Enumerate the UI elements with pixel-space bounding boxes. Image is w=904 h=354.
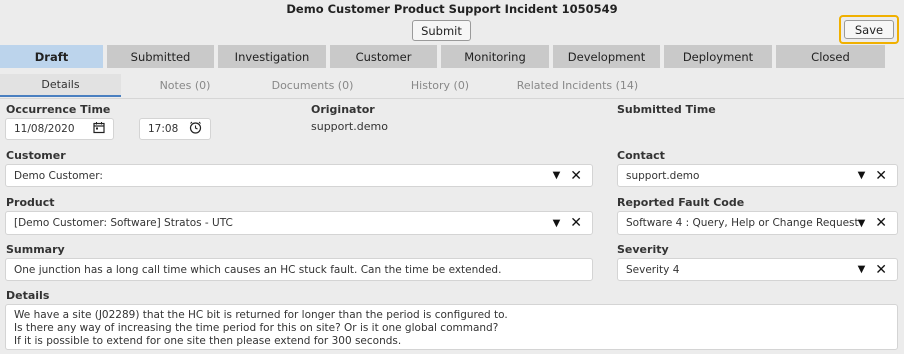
stage-investigation[interactable]: Investigation bbox=[218, 45, 326, 68]
close-icon[interactable]: ✕ bbox=[570, 216, 582, 230]
workflow-stages: Draft Submitted Investigation Customer M… bbox=[0, 45, 904, 68]
stage-closed[interactable]: Closed bbox=[776, 45, 885, 68]
summary-value: One junction has a long call time which … bbox=[14, 263, 502, 276]
tab-history[interactable]: History (0) bbox=[380, 74, 500, 97]
details-line: If it is possible to extend for one site… bbox=[14, 335, 402, 347]
stage-submitted[interactable]: Submitted bbox=[107, 45, 214, 68]
customer-label: Customer bbox=[6, 149, 66, 162]
contact-value: support.demo bbox=[626, 169, 700, 182]
occurrence-clock-value: 17:08 bbox=[148, 123, 179, 135]
stage-draft[interactable]: Draft bbox=[0, 45, 103, 68]
occurrence-time-label: Occurrence Time bbox=[6, 103, 111, 116]
details-label: Details bbox=[6, 289, 50, 302]
clock-icon[interactable] bbox=[189, 121, 202, 137]
product-value: [Demo Customer: Software] Stratos - UTC bbox=[14, 217, 233, 229]
close-icon[interactable]: ✕ bbox=[570, 169, 582, 183]
detail-tabs: Details Notes (0) Documents (0) History … bbox=[0, 74, 904, 99]
caret-down-icon[interactable]: ▼ bbox=[553, 218, 561, 229]
close-icon[interactable]: ✕ bbox=[875, 169, 887, 183]
originator-label: Originator bbox=[311, 103, 375, 116]
product-label: Product bbox=[6, 196, 55, 209]
page-title: Demo Customer Product Support Incident 1… bbox=[286, 2, 618, 16]
close-icon[interactable]: ✕ bbox=[875, 216, 887, 230]
close-icon[interactable]: ✕ bbox=[875, 263, 887, 277]
caret-down-icon[interactable]: ▼ bbox=[858, 218, 866, 229]
caret-down-icon[interactable]: ▼ bbox=[858, 264, 866, 275]
summary-label: Summary bbox=[6, 243, 65, 256]
details-line: Is there any way of increasing the time … bbox=[14, 322, 499, 334]
fault-code-label: Reported Fault Code bbox=[617, 196, 745, 209]
save-button[interactable]: Save bbox=[844, 20, 894, 39]
occurrence-date-field[interactable]: 11/08/2020 bbox=[5, 118, 114, 140]
caret-down-icon[interactable]: ▼ bbox=[858, 170, 866, 181]
details-line: We have a site (J02289) that the HC bit … bbox=[14, 309, 508, 321]
stage-deployment[interactable]: Deployment bbox=[664, 45, 772, 68]
summary-input[interactable]: One junction has a long call time which … bbox=[5, 258, 593, 281]
stage-development[interactable]: Development bbox=[553, 45, 660, 68]
customer-value: Demo Customer: bbox=[14, 169, 103, 182]
contact-label: Contact bbox=[617, 149, 665, 162]
caret-down-icon[interactable]: ▼ bbox=[553, 170, 561, 181]
stage-monitoring[interactable]: Monitoring bbox=[441, 45, 549, 68]
calendar-icon[interactable] bbox=[93, 122, 105, 137]
customer-select[interactable]: Demo Customer: ▼ ✕ bbox=[5, 164, 593, 187]
tab-documents[interactable]: Documents (0) bbox=[250, 74, 375, 97]
severity-select[interactable]: Severity 4 ▼ ✕ bbox=[617, 258, 898, 281]
submitted-time-label: Submitted Time bbox=[617, 103, 716, 116]
contact-select[interactable]: support.demo ▼ ✕ bbox=[617, 164, 898, 187]
tab-notes[interactable]: Notes (0) bbox=[125, 74, 245, 97]
occurrence-date-value: 11/08/2020 bbox=[14, 123, 75, 135]
fault-code-value: Software 4 : Query, Help or Change Reque… bbox=[626, 217, 859, 229]
occurrence-clock-field[interactable]: 17:08 bbox=[139, 118, 211, 140]
tab-related-incidents[interactable]: Related Incidents (14) bbox=[505, 74, 650, 97]
product-select[interactable]: [Demo Customer: Software] Stratos - UTC … bbox=[5, 211, 593, 235]
submit-button[interactable]: Submit bbox=[412, 20, 471, 41]
severity-label: Severity bbox=[617, 243, 669, 256]
tab-details[interactable]: Details bbox=[0, 74, 121, 97]
stage-customer[interactable]: Customer bbox=[330, 45, 437, 68]
severity-value: Severity 4 bbox=[626, 263, 680, 276]
details-textarea[interactable]: We have a site (J02289) that the HC bit … bbox=[5, 304, 898, 350]
save-button-highlight: Save bbox=[839, 15, 899, 44]
originator-value: support.demo bbox=[311, 120, 388, 133]
fault-code-select[interactable]: Software 4 : Query, Help or Change Reque… bbox=[617, 211, 898, 235]
